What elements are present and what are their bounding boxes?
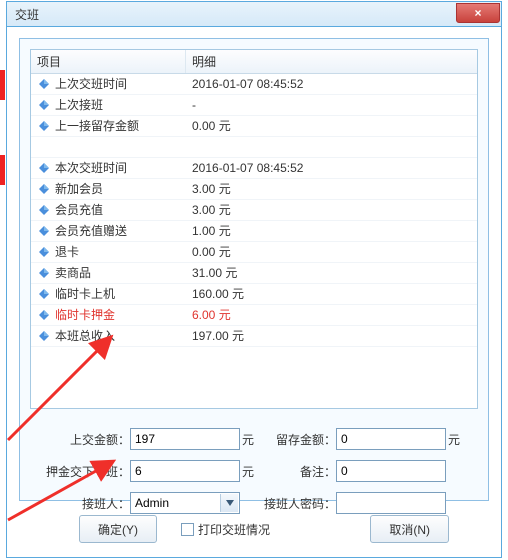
remark-label: 备注： xyxy=(256,463,336,480)
summary-table: 项目 明细 上次交班时间2016-01-07 08:45:52上次接班-上一接留… xyxy=(30,49,478,409)
diamond-icon xyxy=(37,245,51,259)
row-label: 卖商品 xyxy=(55,263,91,284)
successor-value: Admin xyxy=(135,496,169,510)
diamond-icon xyxy=(37,287,51,301)
cancel-button[interactable]: 取消(N) xyxy=(370,515,449,543)
print-checkbox[interactable] xyxy=(181,523,194,536)
close-button[interactable]: 关闭 × xyxy=(456,3,500,23)
unit-yuan-2: 元 xyxy=(446,431,462,448)
table-row[interactable] xyxy=(31,137,477,158)
table-row[interactable]: 上次接班 - xyxy=(31,95,477,116)
deposit-next-label: 押金交下一班： xyxy=(30,463,130,480)
table-header: 项目 明细 xyxy=(31,50,477,74)
row-label: 临时卡押金 xyxy=(55,305,115,326)
row-value: 0.00 元 xyxy=(186,116,477,136)
diamond-icon xyxy=(37,161,51,175)
row-value: 3.00 元 xyxy=(186,200,477,220)
diamond-icon xyxy=(37,203,51,217)
row-label: 会员充值赠送 xyxy=(55,221,127,242)
table-row[interactable]: 上一接留存金额 0.00 元 xyxy=(31,116,477,137)
table-row[interactable]: 上次交班时间 2016-01-07 08:45:52 xyxy=(31,74,477,95)
ok-button[interactable]: 确定(Y) xyxy=(79,515,157,543)
table-row[interactable]: 卖商品 31.00 元 xyxy=(31,263,477,284)
row-label: 临时卡上机 xyxy=(55,284,115,305)
unit-yuan-3: 元 xyxy=(240,463,256,480)
close-glyph-icon: × xyxy=(474,6,481,20)
row-value: 197.00 元 xyxy=(186,326,477,346)
form-area: 上交金额： 元 留存金额： 元 押金交下一班： 元 备注： 元 接班人： Adm… xyxy=(30,423,478,519)
table-row[interactable]: 临时卡押金 6.00 元 xyxy=(31,305,477,326)
table-row[interactable]: 会员充值 3.00 元 xyxy=(31,200,477,221)
table-row[interactable]: 新加会员 3.00 元 xyxy=(31,179,477,200)
shift-change-dialog: 交班 关闭 × 项目 明细 上次交班时间2016-01-07 08:45:52上… xyxy=(6,2,502,558)
diamond-icon xyxy=(37,224,51,238)
row-label: 新加会员 xyxy=(55,179,103,200)
diamond-icon xyxy=(37,266,51,280)
table-row[interactable]: 临时卡上机 160.00 元 xyxy=(31,284,477,305)
chevron-down-icon xyxy=(220,494,238,512)
row-value: 31.00 元 xyxy=(186,263,477,283)
diamond-icon xyxy=(37,119,51,133)
header-project[interactable]: 项目 xyxy=(31,50,186,73)
retain-amount-input[interactable] xyxy=(336,428,446,450)
table-row[interactable]: 本次交班时间 2016-01-07 08:45:52 xyxy=(31,158,477,179)
hand-over-amount-label: 上交金额： xyxy=(30,431,130,448)
row-label: 本次交班时间 xyxy=(55,158,127,179)
row-value: 0.00 元 xyxy=(186,242,477,262)
table-row[interactable]: 会员充值赠送 1.00 元 xyxy=(31,221,477,242)
header-detail[interactable]: 明细 xyxy=(186,50,477,73)
row-label: 上次交班时间 xyxy=(55,74,127,95)
diamond-icon xyxy=(37,77,51,91)
row-value: 1.00 元 xyxy=(186,221,477,241)
row-label: 会员充值 xyxy=(55,200,103,221)
row-label: 本班总收入 xyxy=(55,326,115,347)
diamond-icon xyxy=(37,308,51,322)
row-value xyxy=(186,137,477,157)
row-value: - xyxy=(186,95,477,115)
window-title: 交班 xyxy=(15,6,39,23)
print-checkbox-label[interactable]: 打印交班情况 xyxy=(198,521,270,538)
row-value: 2016-01-07 08:45:52 xyxy=(186,74,477,94)
diamond-icon xyxy=(37,98,51,112)
dialog-body: 项目 明细 上次交班时间2016-01-07 08:45:52上次接班-上一接留… xyxy=(19,38,489,501)
retain-amount-label: 留存金额： xyxy=(256,431,336,448)
title-bar[interactable]: 交班 关闭 × xyxy=(6,1,502,27)
row-value: 6.00 元 xyxy=(186,305,477,325)
successor-label: 接班人： xyxy=(30,495,130,512)
table-row[interactable]: 本班总收入 197.00 元 xyxy=(31,326,477,347)
diamond-icon xyxy=(37,329,51,343)
row-value: 2016-01-07 08:45:52 xyxy=(186,158,477,178)
row-label: 上一接留存金额 xyxy=(55,116,139,137)
remark-input[interactable] xyxy=(336,460,446,482)
diamond-icon xyxy=(37,182,51,196)
row-label: 退卡 xyxy=(55,242,79,263)
row-value: 3.00 元 xyxy=(186,179,477,199)
row-value: 160.00 元 xyxy=(186,284,477,304)
table-row[interactable]: 退卡 0.00 元 xyxy=(31,242,477,263)
button-bar: 确定(Y) 打印交班情况 取消(N) xyxy=(19,511,489,547)
hand-over-amount-input[interactable] xyxy=(130,428,240,450)
deposit-next-input[interactable] xyxy=(130,460,240,482)
row-label: 上次接班 xyxy=(55,95,103,116)
unit-yuan: 元 xyxy=(240,431,256,448)
successor-pwd-label: 接班人密码： xyxy=(256,495,336,512)
